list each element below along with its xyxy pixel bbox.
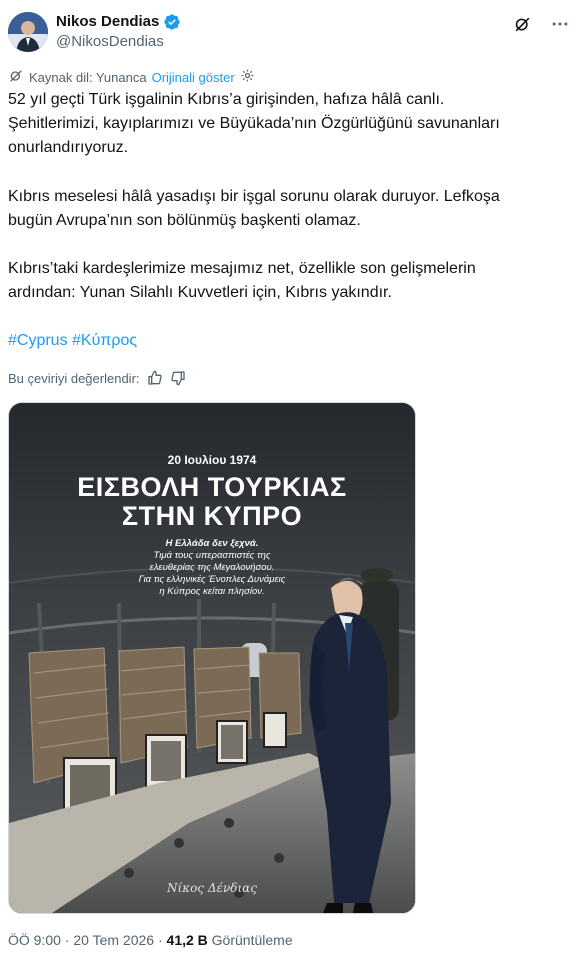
tweet-line: Şehitlerimizi, kayıplarımızı ve Büyükada… <box>8 115 500 133</box>
poster-sub-line: Για τις ελληνικές Ένοπλες Δυνάμεις <box>138 574 286 585</box>
grok-icon[interactable] <box>512 14 532 34</box>
views-label: Görüntüleme <box>207 932 293 948</box>
tweet-line: Kıbrıs meselesi hâlâ yasadışı bir işgal … <box>8 187 500 205</box>
hashtag-link[interactable]: #Κύπρος <box>72 332 137 349</box>
translation-bar: Kaynak dil: Yunanca Orijinali göster <box>8 68 255 86</box>
separator: · <box>60 932 74 948</box>
thumbs-down-icon[interactable] <box>170 370 186 386</box>
poster-title-line: ΣΤΗΝ ΚΥΠΡΟ <box>121 501 303 531</box>
show-original-link[interactable]: Orijinali göster <box>152 70 235 85</box>
poster-sub-line: Η Ελλάδα δεν ξεχνά. <box>165 538 259 549</box>
poster-sub-line: ελευθερίας της Μεγαλονήσου. <box>149 562 275 573</box>
tweet-header: Nikos Dendias @NikosDendias <box>8 10 574 54</box>
tweet-time[interactable]: ÖÖ 9:00 <box>8 932 61 948</box>
avatar[interactable] <box>8 12 48 52</box>
tweet-line: bugün Avrupa’nın son bölünmüş başkenti o… <box>8 211 361 229</box>
poster-title: ΕΙΣΒΟΛΗ ΤΟΥΡΚΙΑΣ ΣΤΗΝ ΚΥΠΡΟ <box>9 473 415 531</box>
settings-icon[interactable] <box>240 68 255 86</box>
tweet-line: 52 yıl geçti Türk işgalinin Kıbrıs’a gir… <box>8 91 445 108</box>
tweet-image[interactable]: 20 Ιουλίου 1974 ΕΙΣΒΟΛΗ ΤΟΥΡΚΙΑΣ ΣΤΗΝ ΚΥ… <box>8 402 416 914</box>
user-handle[interactable]: @NikosDendias <box>56 32 181 52</box>
tweet-date[interactable]: 20 Tem 2026 <box>73 932 154 948</box>
separator: · <box>154 932 167 948</box>
poster-subtitle: Η Ελλάδα δεν ξεχνά. Τιμά τους υπερασπιστ… <box>9 538 415 598</box>
view-count: 41,2 B <box>166 932 208 948</box>
tweet-meta: ÖÖ 9:00 · 20 Tem 2026 · 41,2 B Görüntüle… <box>8 930 293 950</box>
tweet-text: 52 yıl geçti Türk işgalinin Kıbrıs’a gir… <box>8 88 568 354</box>
hashtag-link[interactable]: #Cyprus <box>8 332 68 349</box>
more-icon[interactable] <box>550 14 570 34</box>
poster-sub-line: Τιμά τους υπερασπιστές της <box>153 550 271 561</box>
translation-source-label: Kaynak dil: Yunanca <box>29 69 147 85</box>
tweet-line: onurlandırıyoruz. <box>8 139 129 157</box>
poster-sub-line: η Κύπρος κείται πλησίον. <box>159 586 265 597</box>
tweet-line: ardından: Yunan Silahlı Kuvvetleri için,… <box>8 284 392 302</box>
translate-icon <box>8 68 24 87</box>
rate-translation-label: Bu çeviriyi değerlendir: <box>8 370 140 386</box>
display-name[interactable]: Nikos Dendias <box>56 12 159 32</box>
poster-signature: Νίκος Δένδιας <box>167 881 257 895</box>
poster-date: 20 Ιουλίου 1974 <box>167 453 257 467</box>
thumbs-up-icon[interactable] <box>147 370 163 386</box>
verified-badge-icon <box>163 13 181 31</box>
rate-translation: Bu çeviriyi değerlendir: <box>8 368 186 388</box>
poster-title-line: ΕΙΣΒΟΛΗ ΤΟΥΡΚΙΑΣ <box>77 472 347 502</box>
tweet-line: Kıbrıs’taki kardeşlerimize mesajımız net… <box>8 260 476 278</box>
